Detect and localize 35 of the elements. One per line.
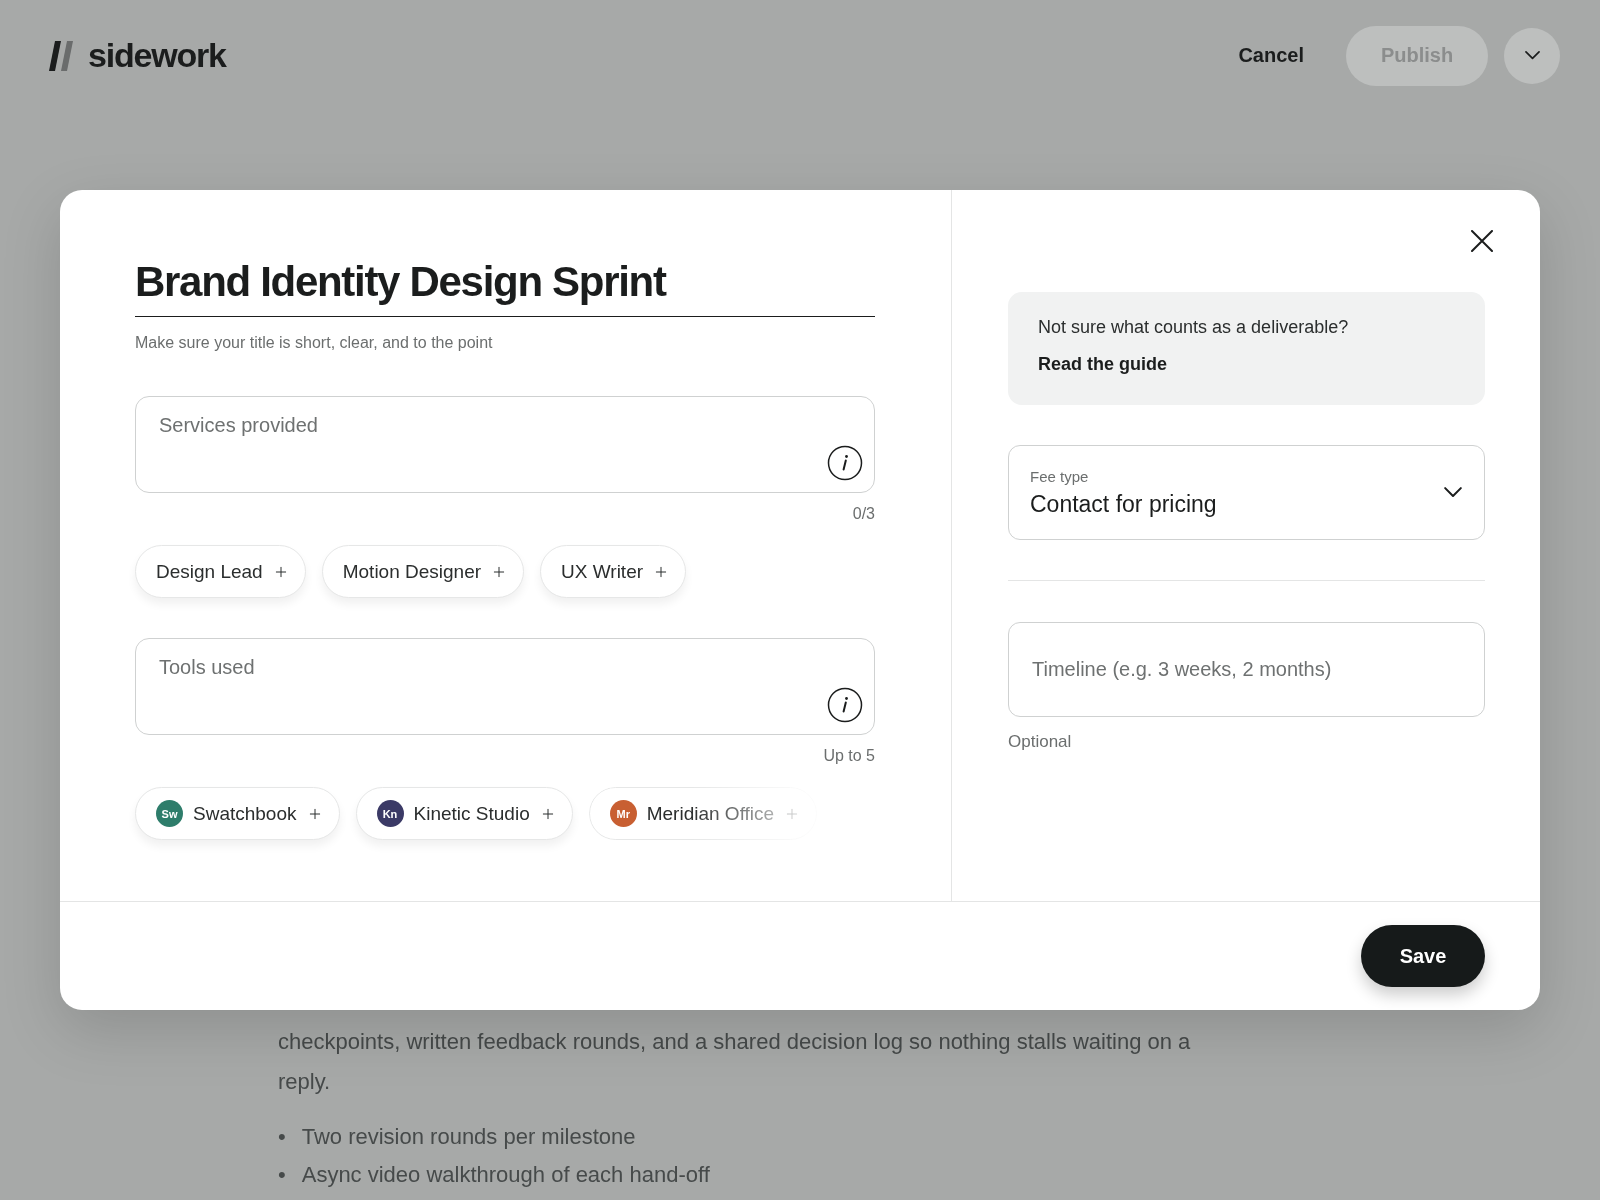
title-hint: Make sure your title is short, clear, and to the point <box>135 334 494 352</box>
tool-chip[interactable]: Sw Swatchbook <box>135 787 340 840</box>
save-button[interactable]: Save <box>1361 925 1485 987</box>
bullet-marker: • <box>278 1162 286 1188</box>
close-icon <box>1471 230 1493 252</box>
timeline-field[interactable]: Timeline (e.g. 3 weeks, 2 months) <box>1008 622 1485 717</box>
fee-type-select[interactable]: Fee type Contact for pricing <box>1008 445 1485 540</box>
logo: sidework <box>88 36 226 75</box>
guide-link[interactable]: Read the guide <box>1038 354 1455 375</box>
tool-avatar: Sw <box>156 800 183 827</box>
tool-chip[interactable]: Mr Meridian Office <box>588 787 818 840</box>
tool-chip[interactable]: Kn Kinetic Studio <box>355 787 573 840</box>
bullet-marker: • <box>278 1124 286 1150</box>
bullet-item: Two revision rounds per milestone <box>301 1124 636 1150</box>
tool-avatar: Mr <box>609 800 637 827</box>
chevron-icon <box>1524 51 1540 60</box>
close-button[interactable] <box>1471 230 1493 252</box>
logo-icon <box>48 40 74 71</box>
guide-text: Not sure what counts as a deliverable? <box>1038 317 1350 338</box>
info-icon[interactable] <box>827 445 863 481</box>
service-chip[interactable]: Design Lead <box>135 545 306 598</box>
tool-avatar: Kn <box>376 800 404 827</box>
service-chip[interactable]: Motion Designer <box>321 545 525 598</box>
info-icon[interactable] <box>827 687 863 723</box>
service-chip[interactable]: UX Writer <box>540 545 687 598</box>
bullet-item: Async video walkthrough of each hand-off <box>301 1162 710 1188</box>
paragraph-line: reply. <box>278 1068 332 1096</box>
timeline-hint: Optional <box>1008 732 1073 752</box>
services-field[interactable]: Services provided <box>135 396 875 493</box>
tools-counter: Up to 5 <box>823 747 875 765</box>
paragraph-line: checkpoints, written feedback rounds, and a shared decision log so nothing stalls waiting on a <box>278 1028 1192 1056</box>
chevron-icon <box>1444 487 1462 498</box>
cancel-button[interactable]: Cancel <box>1232 43 1310 68</box>
tools-field[interactable]: Tools used <box>135 638 875 735</box>
services-counter: 0/3 <box>852 505 875 523</box>
